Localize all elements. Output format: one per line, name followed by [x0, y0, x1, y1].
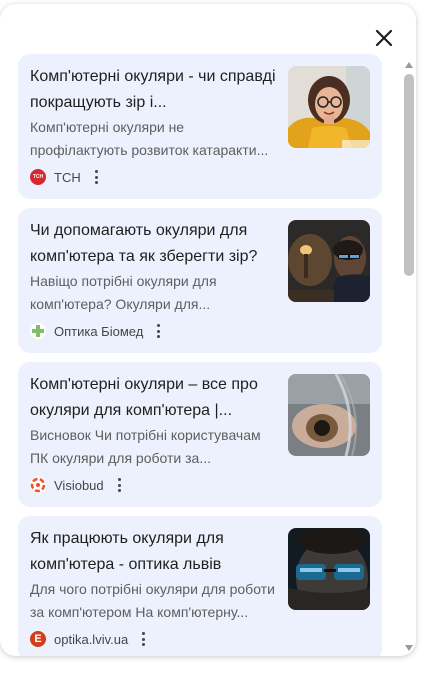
result-thumbnail[interactable]: [288, 374, 370, 456]
result-card[interactable]: Комп'ютерні окуляри – все про окуляри дл…: [18, 362, 382, 507]
result-snippet: Навіщо потрібні окуляри для комп'ютера? …: [30, 273, 217, 312]
result-snippet: Висновок Чи потрібні користувачам ПК оку…: [30, 427, 261, 466]
result-thumbnail[interactable]: [288, 220, 370, 302]
result-card[interactable]: Чи допомагають окуляри для комп'ютера та…: [18, 208, 382, 353]
result-source: Оптика Біомед: [30, 321, 161, 341]
visiobud-favicon-icon: [30, 477, 46, 493]
optika-lviv-favicon-icon: E: [30, 631, 46, 647]
result-snippet: Комп'ютерні окуляри не профілактують роз…: [30, 119, 269, 158]
result-source: ТСН ТСН: [30, 167, 99, 187]
result-thumbnail[interactable]: [288, 528, 370, 610]
result-snippet: Для чого потрібні окуляри для роботи за …: [30, 581, 275, 620]
source-name: Оптика Біомед: [54, 323, 144, 339]
favicon-text: E: [34, 633, 42, 645]
result-card[interactable]: Як працюють окуляри для комп'ютера - опт…: [18, 516, 382, 656]
scroll-down-arrow-icon[interactable]: [405, 645, 413, 651]
result-title[interactable]: Комп'ютерні окуляри - чи справді покращу…: [30, 64, 278, 116]
tsn-favicon-icon: ТСН: [30, 169, 46, 185]
result-source: E optika.lviv.ua: [30, 629, 146, 649]
close-icon[interactable]: [372, 26, 396, 50]
scroll-up-arrow-icon[interactable]: [405, 62, 413, 68]
more-options-icon[interactable]: [157, 324, 161, 338]
more-options-icon[interactable]: [117, 478, 122, 492]
more-options-icon[interactable]: [142, 632, 146, 646]
biomed-favicon-icon: [30, 323, 46, 339]
result-title[interactable]: Комп'ютерні окуляри – все про окуляри дл…: [30, 372, 278, 424]
scrollbar-thumb[interactable]: [404, 74, 414, 276]
result-source: Visiobud: [30, 475, 122, 495]
result-thumbnail[interactable]: [288, 66, 370, 148]
source-name: optika.lviv.ua: [54, 631, 129, 647]
source-name: ТСН: [54, 169, 81, 185]
more-options-icon[interactable]: [94, 170, 99, 184]
results-panel: Комп'ютерні окуляри - чи справді покращу…: [0, 4, 416, 656]
source-name: Visiobud: [54, 477, 104, 493]
result-title[interactable]: Чи допомагають окуляри для комп'ютера та…: [30, 218, 278, 270]
result-card[interactable]: Комп'ютерні окуляри - чи справді покращу…: [18, 54, 382, 199]
result-title[interactable]: Як працюють окуляри для комп'ютера - опт…: [30, 526, 278, 578]
favicon-text: ТСН: [32, 174, 44, 180]
